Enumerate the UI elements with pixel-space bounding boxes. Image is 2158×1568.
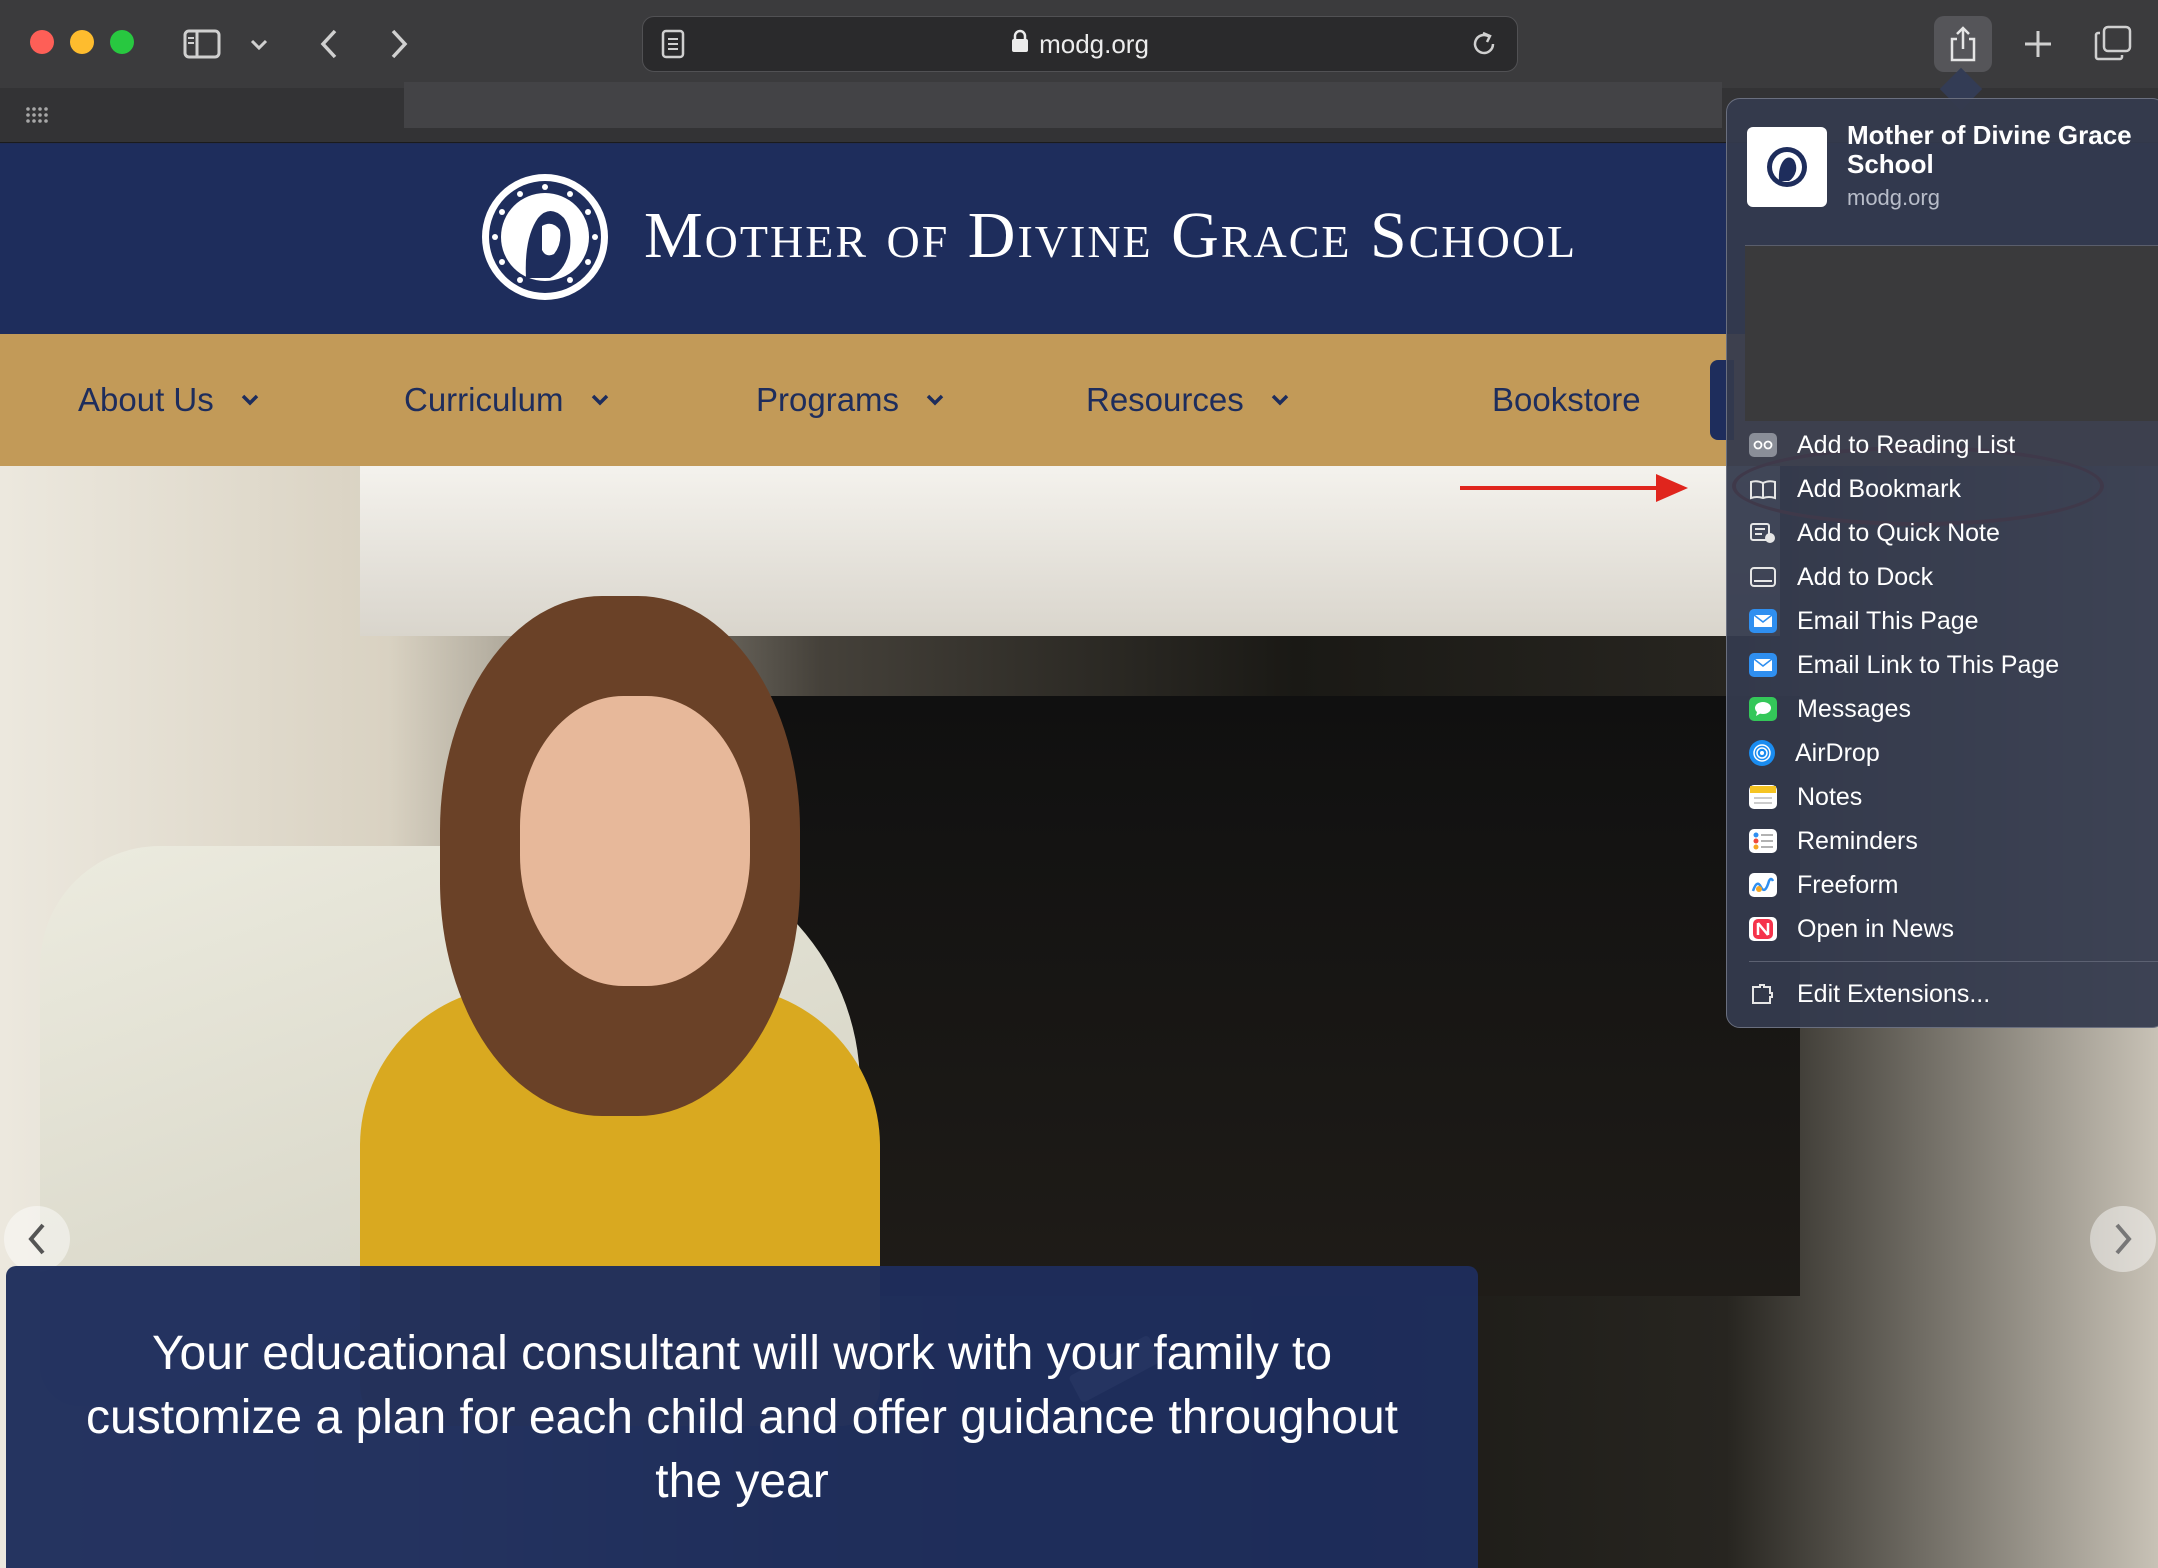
chevron-right-icon	[391, 29, 408, 59]
annotation-arrow-icon	[1460, 470, 1690, 511]
menu-item-label: Add to Reading List	[1797, 430, 2016, 459]
sidebar-icon[interactable]	[182, 24, 222, 64]
menu-item-label: Edit Extensions...	[1797, 979, 1991, 1008]
share-page-url: modg.org	[1847, 185, 1940, 210]
nav-label: Resources	[1086, 381, 1244, 418]
menu-item-label: AirDrop	[1795, 738, 1880, 767]
url-text: modg.org	[1039, 28, 1149, 59]
minimize-window-button[interactable]	[70, 30, 94, 54]
browser-toolbar: modg.org	[0, 0, 2158, 88]
nav-curriculum[interactable]: Curriculum	[404, 334, 610, 466]
madonna-seal-icon	[1767, 147, 1807, 187]
quick-note-icon	[1749, 521, 1777, 545]
share-page-title: Mother of Divine Grace School	[1847, 120, 2132, 179]
menu-item-freeform[interactable]: Freeform	[1727, 863, 2158, 907]
menu-item-messages[interactable]: Messages	[1727, 687, 2158, 731]
menu-item-reminders[interactable]: Reminders	[1727, 819, 2158, 863]
chevron-left-icon	[28, 1223, 45, 1255]
forward-button[interactable]	[382, 24, 416, 64]
extensions-icon	[1749, 982, 1777, 1006]
grid-icon[interactable]	[24, 102, 50, 128]
menu-item-airdrop[interactable]: AirDrop	[1727, 731, 2158, 775]
reading-list-icon	[1749, 433, 1777, 457]
menu-item-label: Email This Page	[1797, 606, 1979, 635]
freeform-icon	[1749, 873, 1777, 897]
mail-icon	[1749, 609, 1777, 633]
nav-programs[interactable]: Programs	[756, 334, 945, 466]
menu-item-edit-extensions[interactable]: Edit Extensions...	[1727, 972, 2158, 1016]
menu-item-label: Email Link to This Page	[1797, 650, 2060, 679]
address-bar[interactable]: modg.org	[642, 16, 1518, 72]
airdrop-icon	[1749, 740, 1775, 766]
carousel-prev-button[interactable]	[4, 1206, 70, 1272]
hero-caption: Your educational consultant will work wi…	[86, 1327, 1398, 1508]
chevron-down-icon	[1270, 393, 1290, 407]
share-preview	[1745, 245, 2158, 421]
news-icon	[1749, 917, 1777, 941]
chevron-right-icon	[2115, 1223, 2132, 1255]
nav-label: Curriculum	[404, 381, 564, 418]
mail-icon	[1749, 653, 1777, 677]
menu-item-label: Add to Dock	[1797, 562, 1934, 591]
dock-icon	[1749, 565, 1777, 589]
back-button[interactable]	[312, 24, 346, 64]
active-tab[interactable]	[404, 82, 1722, 128]
chevron-down-icon	[590, 393, 610, 407]
share-page-header: Mother of Divine Grace School modg.org	[1747, 121, 2158, 241]
menu-item-label: Reminders	[1797, 826, 1918, 855]
chevron-down-icon[interactable]	[244, 30, 274, 60]
messages-icon	[1749, 697, 1777, 721]
lock-icon	[1011, 29, 1029, 60]
menu-item-notes[interactable]: Notes	[1727, 775, 2158, 819]
tabs-overview-icon	[2094, 25, 2132, 61]
chevron-left-icon	[320, 29, 337, 59]
reader-icon[interactable]	[661, 29, 685, 59]
close-window-button[interactable]	[30, 30, 54, 54]
carousel-next-button[interactable]	[2090, 1206, 2156, 1272]
nav-label: Programs	[756, 381, 900, 418]
share-button[interactable]	[1934, 16, 1992, 72]
menu-item-label: Add Bookmark	[1797, 474, 1961, 503]
madonna-seal-icon	[489, 181, 601, 293]
reminders-icon	[1749, 829, 1777, 853]
nav-label: Bookstore	[1492, 381, 1641, 418]
menu-item-label: Add to Quick Note	[1797, 518, 2000, 547]
nav-bookstore[interactable]: Bookstore	[1492, 334, 1641, 466]
hero-photo-face	[520, 696, 750, 986]
share-menu-list: Add to Reading List Add Bookmark Add to …	[1727, 423, 2158, 1016]
menu-item-email-link[interactable]: Email Link to This Page	[1727, 643, 2158, 687]
menu-item-label: Freeform	[1797, 870, 1899, 899]
menu-item-add-to-dock[interactable]: Add to Dock	[1727, 555, 2158, 599]
nav-about-us[interactable]: About Us	[78, 334, 260, 466]
notes-icon	[1749, 785, 1777, 809]
share-icon	[1950, 26, 1976, 62]
chevron-down-icon	[240, 393, 260, 407]
nav-resources[interactable]: Resources	[1086, 334, 1290, 466]
menu-item-label: Messages	[1797, 694, 1911, 723]
tabs-overview-button[interactable]	[2092, 22, 2134, 64]
new-tab-button[interactable]	[2020, 24, 2056, 64]
page-favicon	[1747, 127, 1827, 207]
menu-item-email-this-page[interactable]: Email This Page	[1727, 599, 2158, 643]
menu-item-add-to-quick-note[interactable]: Add to Quick Note	[1727, 511, 2158, 555]
share-menu: Mother of Divine Grace School modg.org A…	[1726, 98, 2158, 1028]
menu-item-label: Notes	[1797, 782, 1863, 811]
menu-separator	[1749, 961, 2158, 962]
menu-item-add-to-reading-list[interactable]: Add to Reading List	[1727, 423, 2158, 467]
chevron-down-icon	[925, 393, 945, 407]
nav-label: About Us	[78, 381, 214, 418]
zoom-window-button[interactable]	[110, 30, 134, 54]
school-logo[interactable]	[482, 174, 608, 300]
menu-item-label: Open in News	[1797, 914, 1955, 943]
plus-icon	[2025, 31, 2051, 57]
menu-item-open-in-news[interactable]: Open in News	[1727, 907, 2158, 951]
book-icon	[1749, 477, 1777, 501]
hero-caption-box: Your educational consultant will work wi…	[6, 1266, 1478, 1568]
site-title[interactable]: Mother of Divine Grace School	[644, 198, 1577, 274]
menu-item-add-bookmark[interactable]: Add Bookmark	[1727, 467, 2158, 511]
reload-icon[interactable]	[1469, 29, 1499, 59]
